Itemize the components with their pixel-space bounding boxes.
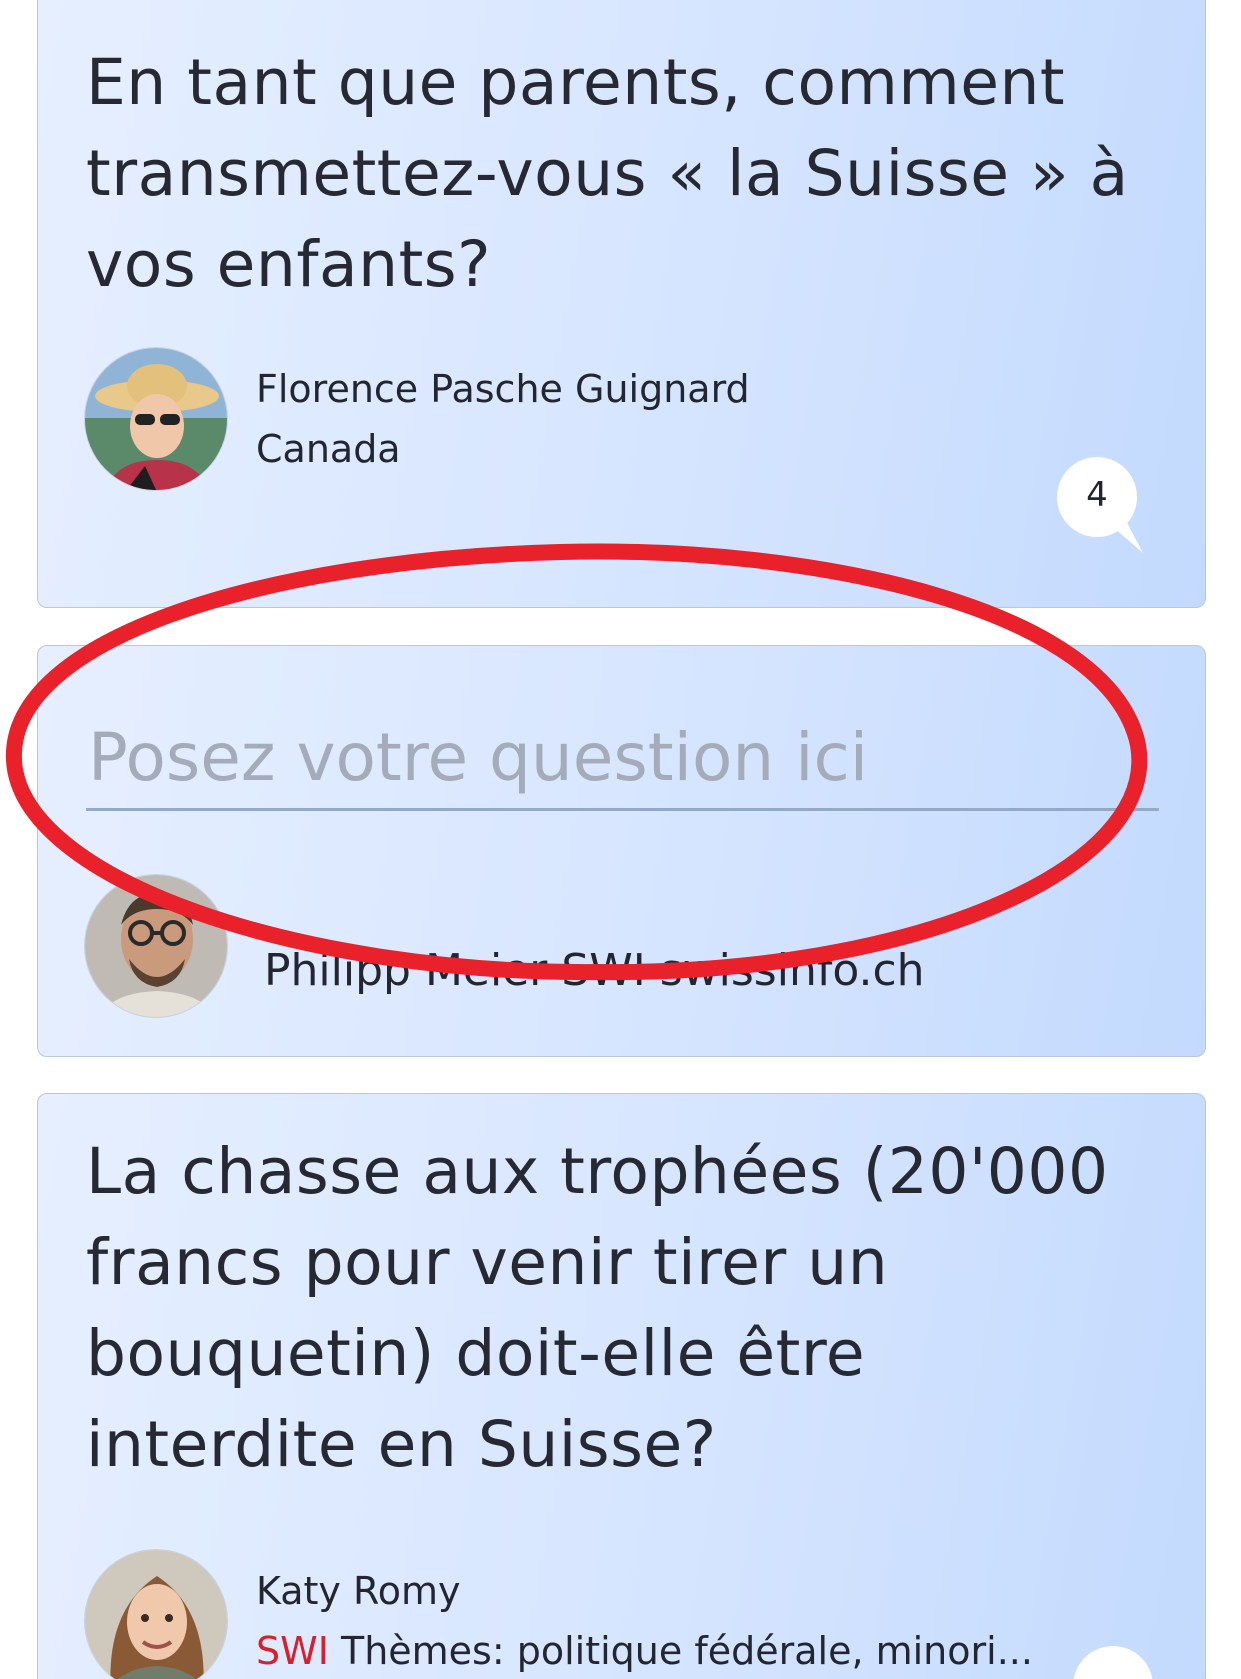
author-block[interactable]: Katy Romy SWI Thèmes: politique fédérale…	[84, 1549, 1033, 1679]
author-name: Philipp Meier SWI swissinfo.ch	[264, 944, 925, 996]
author-info: Katy Romy SWI Thèmes: politique fédérale…	[256, 1561, 1033, 1679]
comment-count: 4	[1086, 475, 1108, 515]
author-location: Canada	[256, 427, 401, 471]
page: En tant que parents, comment transmettez…	[0, 0, 1241, 1679]
question-input[interactable]	[86, 706, 1159, 811]
question-card[interactable]: La chasse aux trophées (20'000 francs po…	[37, 1093, 1206, 1679]
avatar	[84, 1549, 228, 1679]
ask-question-card: Philipp Meier SWI swissinfo.ch	[37, 645, 1206, 1057]
question-title[interactable]: En tant que parents, comment transmettez…	[86, 37, 1146, 310]
author-info: Florence Pasche Guignard Canada	[256, 359, 750, 479]
comment-count-badge[interactable]: 4	[1055, 457, 1145, 553]
author-topics: Thèmes: politique fédérale, minori...	[328, 1629, 1033, 1673]
org-label: SWI	[256, 1629, 329, 1673]
avatar	[84, 874, 228, 1018]
author-description: SWI Thèmes: politique fédérale, minori..…	[256, 1621, 1033, 1679]
author-name: Florence Pasche Guignard	[256, 367, 750, 411]
author-block[interactable]: Florence Pasche Guignard Canada	[84, 347, 750, 491]
question-card[interactable]: En tant que parents, comment transmettez…	[37, 0, 1206, 608]
author-name: Katy Romy	[256, 1569, 461, 1613]
question-title[interactable]: La chasse aux trophées (20'000 francs po…	[86, 1126, 1146, 1490]
author-block[interactable]: Philipp Meier SWI swissinfo.ch	[84, 874, 925, 1018]
avatar	[84, 347, 228, 491]
